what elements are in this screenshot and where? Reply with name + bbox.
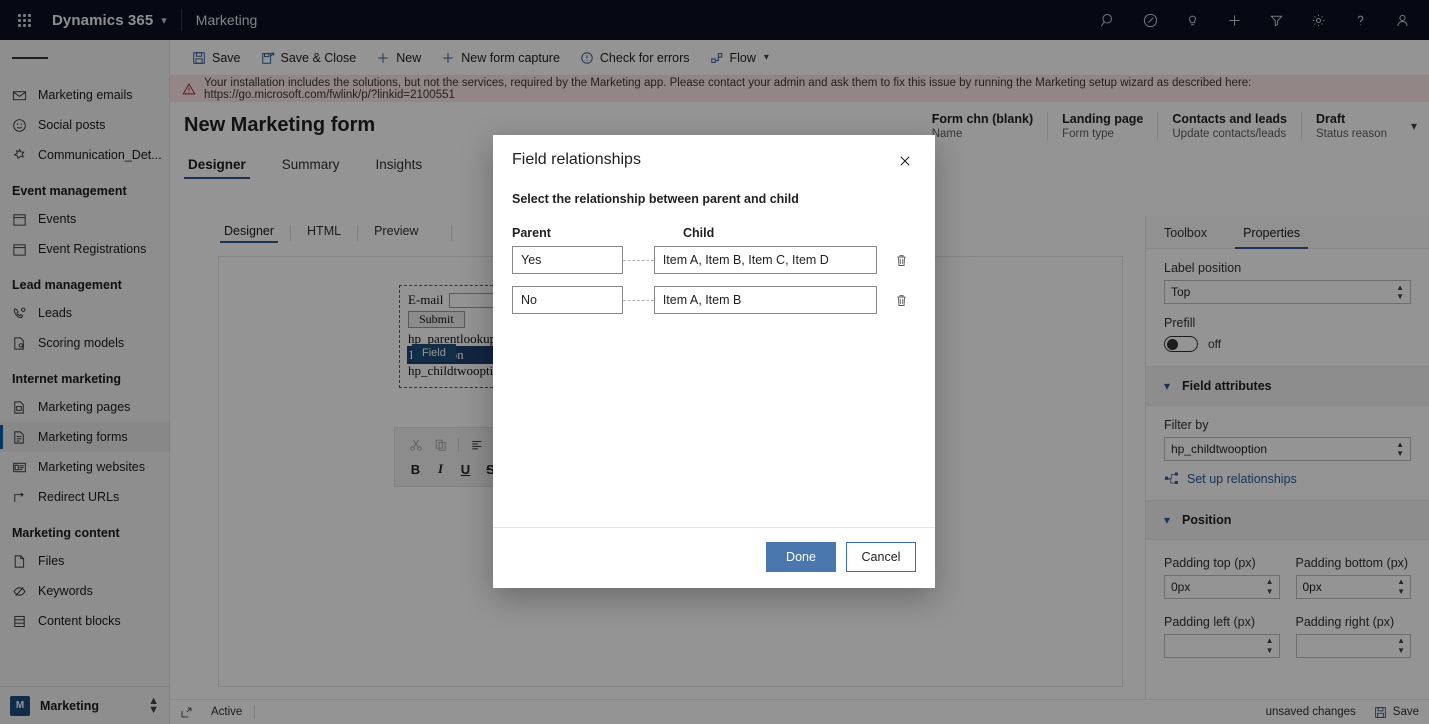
parent-value-input[interactable]: Yes bbox=[512, 246, 624, 274]
done-button[interactable]: Done bbox=[766, 542, 836, 572]
relationship-row: Yes Item A, Item B, Item C, Item D bbox=[512, 246, 916, 274]
trash-icon[interactable] bbox=[887, 253, 916, 268]
relationship-connector bbox=[623, 259, 654, 261]
child-value-input[interactable]: Item A, Item B bbox=[653, 286, 878, 314]
dialog-header: Field relationships bbox=[493, 135, 935, 175]
cancel-button[interactable]: Cancel bbox=[846, 542, 916, 572]
dialog-footer: Done Cancel bbox=[493, 527, 935, 588]
dialog-title: Field relationships bbox=[512, 151, 641, 168]
close-icon[interactable] bbox=[891, 147, 919, 175]
dialog-body: Select the relationship between parent a… bbox=[493, 175, 935, 527]
parent-value-input[interactable]: No bbox=[512, 286, 624, 314]
relationship-connector bbox=[623, 299, 654, 301]
relationship-column-headers: Parent Child bbox=[512, 226, 916, 240]
relationship-row: No Item A, Item B bbox=[512, 286, 916, 314]
dialog-subtitle: Select the relationship between parent a… bbox=[512, 192, 799, 206]
child-value-input[interactable]: Item A, Item B, Item C, Item D bbox=[653, 246, 878, 274]
field-relationships-dialog: Field relationships Select the relations… bbox=[493, 135, 935, 588]
parent-column-header: Parent bbox=[512, 226, 551, 240]
trash-icon[interactable] bbox=[887, 293, 916, 308]
app-root: Dynamics 365 ▾ Marketing Marketing email… bbox=[0, 0, 1429, 724]
child-column-header: Child bbox=[683, 226, 715, 240]
